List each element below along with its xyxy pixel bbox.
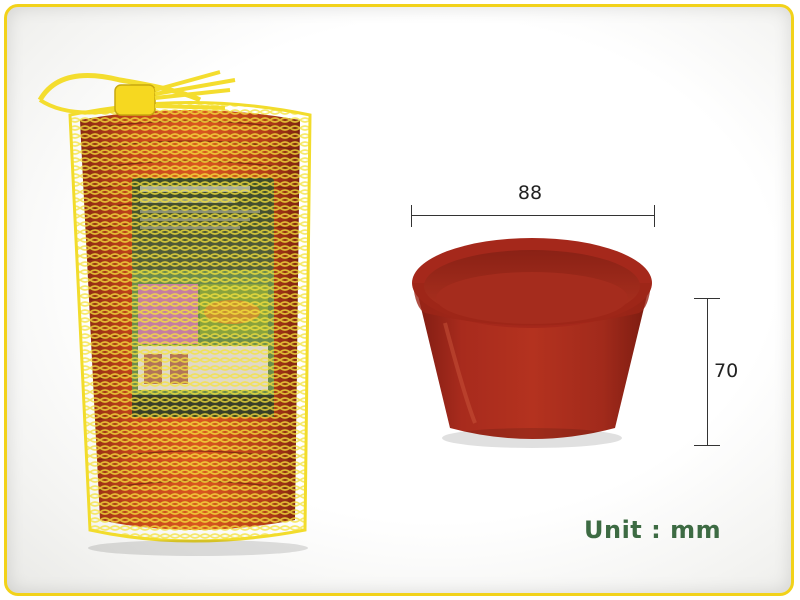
unit-label: Unit : mm (584, 516, 722, 544)
width-dimension-line (411, 200, 655, 230)
width-dimension-label: 88 (517, 182, 543, 204)
packaged-pots-image (37, 70, 312, 556)
pot-image (412, 238, 652, 448)
height-dimension-label: 70 (714, 360, 739, 382)
